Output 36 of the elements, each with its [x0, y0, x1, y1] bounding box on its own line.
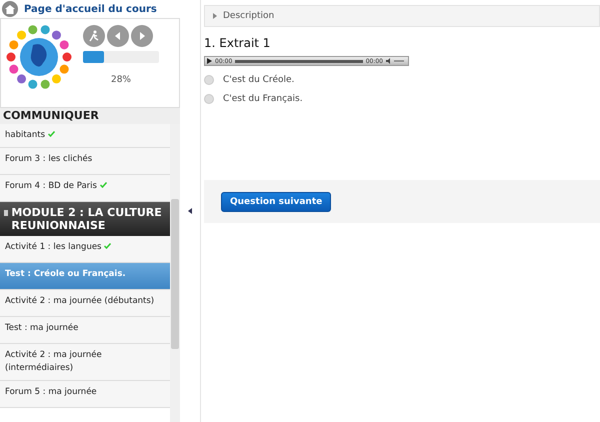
course-item[interactable]: Activité 2 : ma journée (débutants)	[0, 290, 170, 317]
course-item[interactable]: Forum 3 : les clichés	[0, 148, 170, 175]
course-item[interactable]: habitants	[0, 124, 170, 148]
answer-option[interactable]: C'est du Créole.	[204, 75, 600, 85]
runner-button[interactable]	[83, 25, 105, 47]
answer-option[interactable]: C'est du Français.	[204, 94, 600, 104]
progress-reading: 28%	[110, 75, 132, 85]
section-title: COMMUNIQUER	[0, 108, 180, 124]
volume-icon[interactable]	[386, 58, 406, 64]
course-item[interactable]: Activité 1 : les langues	[0, 236, 170, 263]
globe-people-drawing	[5, 23, 73, 91]
next-question-button[interactable]: Question suivante	[221, 192, 332, 212]
question-title: 1. Extrait 1	[204, 36, 272, 50]
left-arrow-icon	[113, 31, 123, 41]
option-label: C'est du Français.	[223, 94, 303, 104]
collapse-icon[interactable]	[188, 208, 192, 214]
book-icon	[4, 210, 8, 216]
previous-button[interactable]	[107, 25, 129, 47]
course-item[interactable]: Forum 4 : BD de Paris	[0, 175, 170, 202]
play-icon[interactable]	[207, 58, 212, 64]
radio-button[interactable]	[204, 75, 214, 85]
radio-button[interactable]	[204, 94, 214, 104]
module-header[interactable]: MODULE 2 : LA CULTURE REUNIONNAISE	[0, 202, 170, 236]
scrollbar[interactable]	[170, 124, 180, 422]
right-arrow-icon	[137, 31, 147, 41]
expand-icon	[213, 13, 217, 19]
home-link[interactable]: Page d'accueil du cours	[0, 0, 180, 18]
module-title: MODULE 2 : LA CULTURE REUNIONNAISE	[11, 206, 163, 232]
course-item[interactable]: Test : ma journée	[0, 317, 170, 344]
course-item[interactable]: Activité 2 : ma journée (intermédiaires)	[0, 344, 170, 381]
audio-track[interactable]	[235, 60, 363, 62]
runner-icon	[88, 30, 100, 42]
option-label: C'est du Créole.	[223, 75, 294, 85]
course-item[interactable]: Forum 5 : ma journée	[0, 381, 170, 408]
description-toggle[interactable]: Description	[204, 5, 600, 27]
next-button[interactable]	[131, 25, 153, 47]
